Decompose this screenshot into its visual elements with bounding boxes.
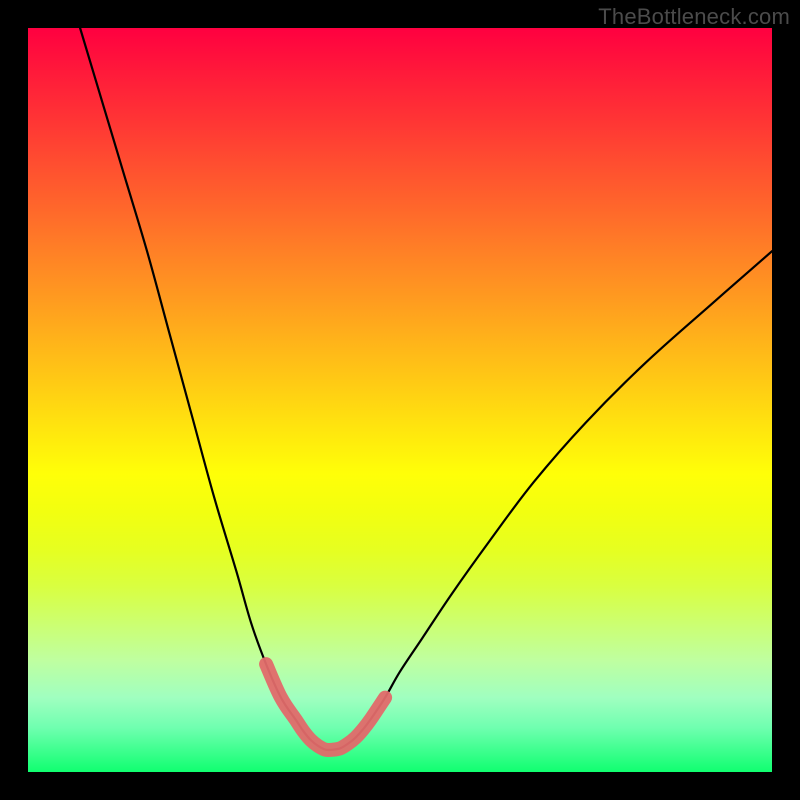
bottleneck-curve bbox=[80, 28, 772, 750]
watermark-text: TheBottleneck.com bbox=[598, 4, 790, 30]
valley-highlight bbox=[266, 664, 385, 750]
chart-frame: TheBottleneck.com bbox=[0, 0, 800, 800]
chart-svg bbox=[28, 28, 772, 772]
